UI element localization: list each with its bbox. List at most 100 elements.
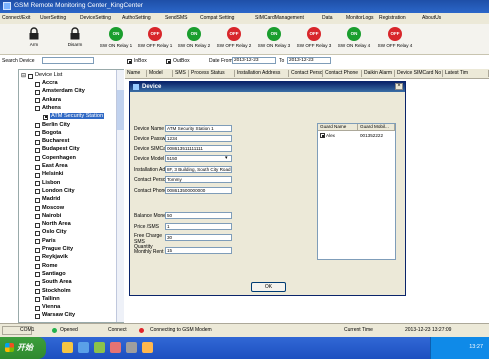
grid-column-header[interactable]: Contact Person [289, 70, 323, 77]
grid-column-header[interactable]: SMS [173, 70, 189, 77]
grid-column-header[interactable]: Model [147, 70, 173, 77]
menu-item[interactable]: Connect/Exit [2, 15, 30, 21]
scroll-thumb[interactable] [117, 90, 124, 130]
chevron-down-icon[interactable]: ▾ [225, 155, 228, 161]
tree-item-checkbox[interactable] [43, 114, 48, 120]
tree-item-checkbox[interactable] [35, 189, 40, 195]
tree-item-checkbox[interactable] [35, 172, 40, 178]
folder-icon[interactable] [62, 342, 73, 353]
guard-name-header[interactable]: Guard Name [318, 124, 358, 131]
tree-item-checkbox[interactable] [35, 264, 40, 270]
tree-item-checkbox[interactable] [35, 214, 40, 220]
toolbar-button-label: Disarm [67, 42, 83, 47]
grid-column-header[interactable]: Installation Address [235, 70, 289, 77]
outbox-checkbox[interactable] [166, 59, 171, 64]
search-input[interactable] [42, 57, 94, 64]
toolbar-button[interactable]: OFF SW OFF Relay 4 [375, 27, 415, 53]
menu-item[interactable]: Compat Setting [200, 15, 234, 21]
tree-item-checkbox[interactable] [35, 239, 40, 245]
balance-money-input[interactable]: 50 [165, 212, 232, 219]
price-sms-input[interactable]: 1 [165, 223, 232, 230]
menu-item[interactable]: DeviceSetting [80, 15, 111, 21]
device-name-label: Device Name [134, 126, 165, 132]
toolbar-button-label: SW OFF Relay 3 [296, 43, 332, 48]
grid-column-header[interactable]: Latest Tim [443, 70, 489, 77]
tree-item-checkbox[interactable] [35, 289, 40, 294]
tree-item-checkbox[interactable] [35, 230, 40, 236]
toolbar-button[interactable]: OFF SW OFF Relay 2 [214, 27, 254, 53]
tree-item-checkbox[interactable] [35, 123, 40, 128]
ie-icon[interactable] [78, 342, 89, 353]
tree-item-checkbox[interactable] [35, 164, 40, 170]
menu-item[interactable]: AuthoSetting [122, 15, 151, 21]
contact-person-input[interactable]: Tommy [165, 176, 232, 183]
settings-icon[interactable] [126, 342, 137, 353]
app-icon[interactable] [94, 342, 105, 353]
toolbar-button[interactable]: ON SW ON Relay 3 [254, 27, 294, 53]
grid-column-header[interactable]: Name [125, 70, 147, 77]
tree-item-checkbox[interactable] [35, 147, 40, 153]
tree-item-checkbox[interactable] [35, 131, 40, 137]
tree-item-checkbox[interactable] [35, 272, 40, 278]
tree-item-label: South Area [42, 279, 72, 286]
relay-badge: ON [109, 27, 123, 41]
toolbar-button[interactable]: Disarm [55, 27, 95, 53]
contact-phone-input[interactable]: 008613500000000 [165, 187, 232, 194]
tree-scrollbar[interactable] [116, 70, 124, 322]
tree-item-checkbox[interactable] [35, 156, 40, 162]
device-password-input[interactable]: 1234 [165, 135, 232, 142]
device-model-select[interactable]: 5150 [165, 155, 232, 162]
tree-item-label: Warsaw City [42, 312, 76, 319]
device-name-input[interactable]: ATM Security Station 1 [165, 125, 232, 132]
free-charge-sms-input[interactable]: 30 [165, 234, 232, 241]
toolbar-button[interactable]: OFF SW OFF Relay 3 [294, 27, 334, 53]
grid-column-header[interactable]: Process Status [189, 70, 235, 77]
tree-item-checkbox[interactable] [35, 222, 40, 228]
menu-item[interactable]: SendSMS [165, 15, 188, 21]
menu-item[interactable]: SIMCardManagement [255, 15, 304, 21]
installation-address-input[interactable]: 8F, 3 Building, South City Road [165, 166, 232, 173]
toolbar-button[interactable]: OFF SW OFF Relay 1 [135, 27, 175, 53]
grid-column-header[interactable]: Daikin Alarm [362, 70, 395, 77]
tree-item-checkbox[interactable] [35, 305, 40, 311]
tree-item-checkbox[interactable] [35, 197, 40, 203]
inbox-checkbox[interactable] [127, 59, 132, 64]
monthly-rent-input[interactable]: 15 [165, 247, 232, 254]
toolbar-button[interactable]: ON SW ON Relay 1 [96, 27, 136, 53]
menu-item[interactable]: Registration [379, 15, 406, 21]
menu-item[interactable]: MonitorLogs [346, 15, 374, 21]
media-icon[interactable] [110, 342, 121, 353]
device-simcard-input[interactable]: 008613511111111 [165, 145, 232, 152]
tree-item-checkbox[interactable] [35, 313, 40, 319]
date-from-input[interactable]: 2013-12-23 [232, 57, 276, 64]
tree-root-checkbox[interactable] [28, 73, 33, 79]
grid-column-header[interactable]: Contact Phone [323, 70, 362, 77]
tree-item-checkbox[interactable] [35, 98, 40, 104]
ok-button[interactable]: OK [251, 282, 286, 292]
relay-badge: OFF [307, 27, 321, 41]
toolbar-button[interactable]: ON SW ON Relay 4 [334, 27, 374, 53]
collapse-icon[interactable]: ⊟ [21, 72, 26, 79]
toolbar-button[interactable]: Arm [14, 27, 54, 53]
tree-item-checkbox[interactable] [35, 255, 40, 261]
tree-item-checkbox[interactable] [35, 280, 40, 286]
guard-mobile-header[interactable]: Guard Mobil... [358, 124, 395, 131]
close-icon[interactable]: × [395, 83, 403, 90]
toolbar-button[interactable]: ON SW ON Relay 2 [174, 27, 214, 53]
guard-row-checkbox[interactable] [320, 133, 325, 138]
menu-item[interactable]: AboutUs [422, 15, 441, 21]
tree-item-checkbox[interactable] [35, 297, 40, 303]
menu-item[interactable]: Data [322, 15, 333, 21]
tree-item-checkbox[interactable] [35, 106, 40, 112]
tree-item-checkbox[interactable] [35, 89, 40, 95]
start-button[interactable]: 开始 [0, 337, 46, 359]
tree-item-checkbox[interactable] [35, 139, 40, 145]
tree-item-checkbox[interactable] [35, 81, 40, 87]
messenger-icon[interactable] [142, 342, 153, 353]
grid-column-header[interactable]: Device SIMCard No [395, 70, 443, 77]
tree-item-checkbox[interactable] [35, 181, 40, 187]
menu-item[interactable]: UserSetting [40, 15, 66, 21]
date-to-input[interactable]: 2013-12-23 [287, 57, 331, 64]
tree-item-checkbox[interactable] [35, 247, 40, 253]
tree-item-checkbox[interactable] [35, 206, 40, 211]
